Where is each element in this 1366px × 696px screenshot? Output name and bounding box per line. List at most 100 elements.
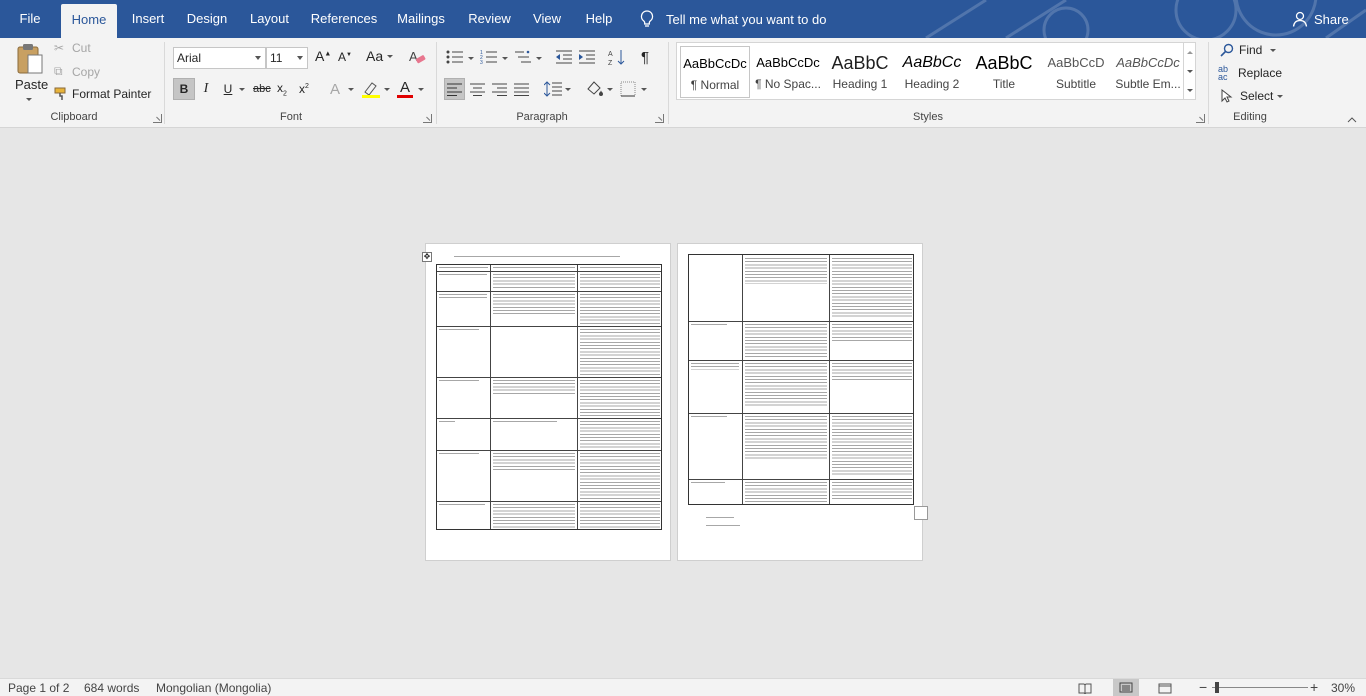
- font-name-value: Arial: [177, 51, 202, 65]
- borders-dropdown-icon[interactable]: [641, 88, 647, 91]
- decrease-indent-icon[interactable]: [554, 47, 574, 67]
- numbering-icon[interactable]: 123: [479, 47, 499, 67]
- increase-indent-icon[interactable]: [577, 47, 597, 67]
- highlighter-icon[interactable]: [360, 78, 382, 100]
- tab-help[interactable]: Help: [578, 0, 620, 38]
- shading-icon[interactable]: [584, 78, 606, 100]
- print-layout-icon[interactable]: [1113, 679, 1139, 696]
- scroll-down-icon[interactable]: [1187, 70, 1193, 73]
- format-painter-button[interactable]: Format Painter: [54, 87, 151, 101]
- table-move-handle-icon[interactable]: ✥: [422, 252, 432, 262]
- bold-button[interactable]: B: [173, 78, 195, 100]
- tab-view[interactable]: View: [526, 0, 568, 38]
- zoom-slider[interactable]: [1212, 687, 1308, 688]
- change-case-button[interactable]: Aa: [366, 48, 394, 64]
- line-spacing-dropdown-icon[interactable]: [565, 88, 571, 91]
- tab-mailings[interactable]: Mailings: [391, 0, 451, 38]
- style-preview: AaBbC: [975, 53, 1033, 73]
- table-resize-handle-icon[interactable]: [914, 506, 928, 520]
- align-right-icon[interactable]: [489, 78, 509, 100]
- zoom-in-button[interactable]: +: [1310, 679, 1318, 695]
- find-label: Find: [1239, 43, 1263, 57]
- ribbon-tab-bar: File Home Insert Design Layout Reference…: [0, 0, 1366, 38]
- search-icon: [1220, 43, 1234, 57]
- group-divider: [668, 42, 669, 124]
- replace-button[interactable]: ab ac Replace: [1218, 64, 1282, 82]
- styles-gallery-scrollbar[interactable]: [1183, 43, 1196, 99]
- style-title[interactable]: AaBbC Title: [969, 46, 1039, 98]
- style-subtle-emphasis[interactable]: AaBbCcDc Subtle Em...: [1113, 46, 1183, 98]
- tab-insert[interactable]: Insert: [125, 0, 171, 38]
- find-button[interactable]: Find: [1220, 41, 1277, 59]
- scroll-up-icon[interactable]: [1187, 51, 1193, 54]
- font-dialog-launcher-icon[interactable]: [423, 114, 432, 123]
- read-mode-icon[interactable]: [1077, 681, 1093, 695]
- tab-references[interactable]: References: [306, 0, 382, 38]
- text-effects-button[interactable]: A: [330, 78, 340, 100]
- multilevel-list-icon[interactable]: [513, 47, 533, 67]
- style-normal[interactable]: AaBbCcDc ¶ Normal: [680, 46, 750, 98]
- shading-dropdown-icon[interactable]: [607, 88, 613, 91]
- sort-icon[interactable]: AZ: [607, 47, 627, 67]
- superscript-button[interactable]: x2: [299, 78, 309, 100]
- zoom-level[interactable]: 30%: [1331, 681, 1355, 695]
- align-left-icon[interactable]: [444, 78, 465, 100]
- strikethrough-button[interactable]: abc: [253, 78, 271, 100]
- italic-button[interactable]: I: [196, 78, 216, 100]
- multilevel-list-dropdown-icon[interactable]: [536, 57, 542, 60]
- line-spacing-icon[interactable]: [542, 78, 564, 100]
- font-size-combobox[interactable]: 11: [266, 47, 308, 69]
- clipboard-dialog-launcher-icon[interactable]: [153, 114, 162, 123]
- bullets-dropdown-icon[interactable]: [468, 57, 474, 60]
- language-indicator[interactable]: Mongolian (Mongolia): [156, 681, 271, 695]
- justify-icon[interactable]: [511, 78, 531, 100]
- share-button[interactable]: Share: [1292, 0, 1349, 38]
- select-button[interactable]: Select: [1221, 87, 1284, 105]
- align-center-icon[interactable]: [467, 78, 487, 100]
- document-page-1[interactable]: ✥: [422, 243, 671, 561]
- numbering-dropdown-icon[interactable]: [502, 57, 508, 60]
- tab-review[interactable]: Review: [462, 0, 517, 38]
- word-count[interactable]: 684 words: [84, 681, 139, 695]
- underline-button[interactable]: U: [220, 78, 236, 100]
- style-subtitle[interactable]: AaBbCcD Subtitle: [1041, 46, 1111, 98]
- paste-dropdown-icon[interactable]: [26, 98, 32, 101]
- style-name: Subtitle: [1055, 77, 1097, 91]
- collapse-ribbon-icon[interactable]: [1345, 115, 1359, 125]
- tab-design[interactable]: Design: [181, 0, 233, 38]
- clear-formatting-icon[interactable]: A: [407, 47, 427, 67]
- show-formatting-button[interactable]: ¶: [641, 47, 649, 67]
- more-styles-icon[interactable]: [1187, 89, 1193, 92]
- tab-layout[interactable]: Layout: [243, 0, 296, 38]
- paste-button[interactable]: Paste: [15, 77, 48, 92]
- underline-dropdown-icon[interactable]: [239, 88, 245, 91]
- page-count[interactable]: Page 1 of 2: [8, 681, 69, 695]
- style-heading-2[interactable]: AaBbCc Heading 2: [897, 46, 967, 98]
- paragraph-dialog-launcher-icon[interactable]: [655, 114, 664, 123]
- tab-home[interactable]: Home: [61, 4, 117, 38]
- shrink-font-button[interactable]: A▼: [338, 50, 352, 64]
- cut-button[interactable]: ✂ Cut: [54, 41, 91, 55]
- text-effects-dropdown-icon[interactable]: [348, 88, 354, 91]
- replace-icon: ab ac: [1218, 64, 1229, 82]
- zoom-slider-thumb[interactable]: [1215, 682, 1219, 693]
- tell-me-search[interactable]: Tell me what you want to do: [640, 0, 826, 38]
- style-no-spacing[interactable]: AaBbCcDc ¶ No Spac...: [753, 46, 823, 98]
- chevron-down-icon: [387, 54, 394, 58]
- grow-font-button[interactable]: A▲: [315, 48, 331, 64]
- bullets-icon[interactable]: [445, 47, 465, 67]
- paste-icon[interactable]: [14, 42, 46, 76]
- copy-button[interactable]: ⧉ Copy: [54, 64, 100, 79]
- font-name-combobox[interactable]: Arial: [173, 47, 266, 69]
- chevron-down-icon: [1277, 94, 1284, 98]
- borders-icon[interactable]: [618, 78, 638, 100]
- subscript-button[interactable]: x2: [277, 78, 287, 100]
- highlight-dropdown-icon[interactable]: [384, 88, 390, 91]
- styles-dialog-launcher-icon[interactable]: [1196, 114, 1205, 123]
- tab-file[interactable]: File: [8, 0, 52, 38]
- document-page-2[interactable]: [677, 243, 928, 561]
- zoom-out-button[interactable]: −: [1199, 679, 1207, 695]
- font-color-dropdown-icon[interactable]: [418, 88, 424, 91]
- style-heading-1[interactable]: AaBbC Heading 1: [825, 46, 895, 98]
- web-layout-icon[interactable]: [1157, 681, 1173, 695]
